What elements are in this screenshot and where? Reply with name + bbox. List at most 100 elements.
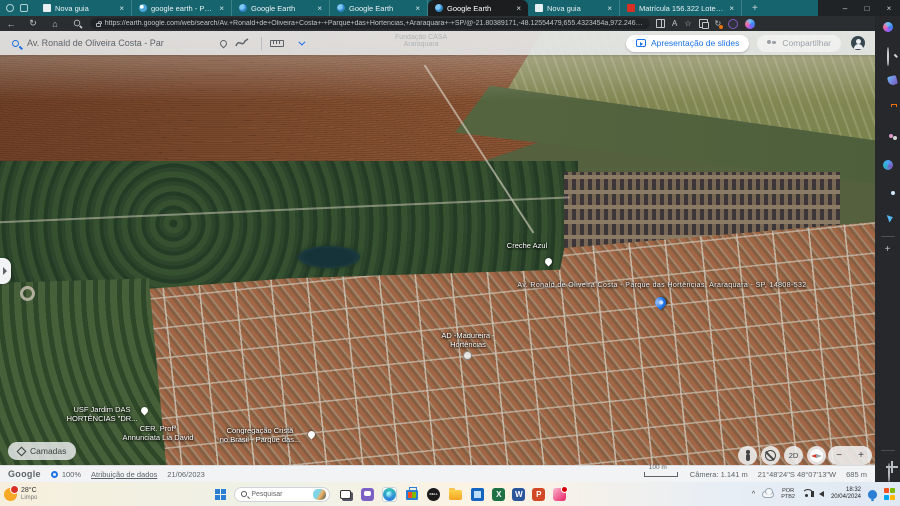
tab-google-earth-active[interactable]: Google Earth × xyxy=(428,0,528,16)
collections-icon[interactable] xyxy=(699,19,708,28)
taskbar-clock[interactable]: 18:32 20/04/2024 xyxy=(831,487,861,501)
tab-close-icon[interactable]: × xyxy=(605,4,614,13)
app-dell[interactable]: DELL xyxy=(426,487,441,502)
tab-google-earth-2[interactable]: Google Earth × xyxy=(330,0,428,16)
shopping-icon[interactable] xyxy=(886,75,897,86)
back-icon[interactable]: ← xyxy=(0,19,22,29)
language-indicator[interactable]: POR PTB2 xyxy=(781,488,795,501)
tab-google-earth-search[interactable]: google earth - Pesquisar × xyxy=(132,0,232,16)
games-icon[interactable] xyxy=(883,160,893,170)
url-text[interactable]: https://earth.google.com/web/search/Av.+… xyxy=(105,20,644,27)
tab-actions-icon[interactable] xyxy=(20,4,28,12)
address-bar[interactable]: https://earth.google.com/web/search/Av.+… xyxy=(90,18,650,29)
tab-close-icon[interactable]: × xyxy=(315,4,324,13)
onedrive-cloud-icon[interactable] xyxy=(762,491,774,498)
home-icon[interactable]: ⌂ xyxy=(44,19,66,29)
sidebar-search-icon[interactable] xyxy=(887,48,889,66)
split-screen-icon[interactable] xyxy=(656,19,665,28)
volume-icon[interactable] xyxy=(819,491,824,497)
tab-close-icon[interactable]: × xyxy=(117,4,126,13)
app-powerpoint[interactable]: P xyxy=(532,488,545,501)
earth-search-icon[interactable] xyxy=(12,40,19,47)
zoom-out-button[interactable]: − xyxy=(836,450,842,461)
windows-taskbar: 28°C Limpo Pesquisar DELL X W P ^ xyxy=(0,482,900,506)
data-attribution-link[interactable]: Atribuição de dados xyxy=(91,470,157,479)
tab-close-icon[interactable]: × xyxy=(217,4,226,13)
app-microsoft-store[interactable] xyxy=(404,487,419,502)
orbit-button[interactable] xyxy=(761,446,780,465)
search-favicon xyxy=(139,4,147,12)
close-window-button[interactable]: × xyxy=(878,4,900,13)
copilot-icon[interactable] xyxy=(745,19,755,29)
page-favicon xyxy=(535,4,543,12)
refresh-icon[interactable]: ↻ xyxy=(22,18,44,29)
app-teams-chat[interactable] xyxy=(360,487,375,502)
poi-icon-church[interactable] xyxy=(463,351,472,360)
maximize-button[interactable]: □ xyxy=(856,4,878,13)
app-file-explorer[interactable] xyxy=(448,487,463,502)
notifications-bell-icon[interactable] xyxy=(868,490,877,499)
window-controls: – □ × xyxy=(834,0,900,16)
minimize-button[interactable]: – xyxy=(834,4,856,13)
app-word[interactable]: W xyxy=(512,488,525,501)
read-aloud-icon[interactable]: A xyxy=(672,19,677,28)
measure-ruler-icon[interactable] xyxy=(270,40,284,47)
toolbar-search-icon[interactable] xyxy=(74,19,80,25)
tab-close-icon[interactable]: × xyxy=(514,4,523,13)
draw-path-icon[interactable] xyxy=(235,37,249,49)
street-view-pegman-button[interactable] xyxy=(738,446,757,465)
microsoft365-tray-icon[interactable] xyxy=(884,488,896,500)
google-logo: Google xyxy=(8,469,41,479)
profile-avatar[interactable] xyxy=(728,19,738,29)
weather-temperature: 28°C xyxy=(21,487,37,495)
earth-search-input[interactable]: Av. Ronald de Oliveira Costa - Par xyxy=(27,38,212,48)
faint-poi-label: Fundação CASA Araraquara xyxy=(395,34,447,48)
account-avatar[interactable] xyxy=(851,36,865,50)
poi-label-cer[interactable]: CER. Profª Annunciata Lia David xyxy=(123,424,194,442)
workspaces-icon[interactable] xyxy=(6,4,14,12)
slideshow-button[interactable]: Apresentação de slides xyxy=(626,35,749,52)
earth-map-viewport[interactable]: Creche Azul Av. Ronald de Oliveira Costa… xyxy=(0,31,875,465)
app-paint[interactable] xyxy=(552,487,567,502)
street-label[interactable]: Av. Ronald de Oliveira Costa - Parque da… xyxy=(517,282,806,290)
poi-label-creche-azul[interactable]: Creche Azul xyxy=(507,241,547,250)
weather-sun-icon xyxy=(4,488,17,501)
lock-icon xyxy=(96,23,101,27)
start-button[interactable] xyxy=(215,489,226,500)
2d-mode-button[interactable]: 2D xyxy=(784,446,803,465)
taskbar-search-box[interactable]: Pesquisar xyxy=(234,487,330,502)
tab-nova-guia-2[interactable]: Nova guia × xyxy=(528,0,620,16)
tab-close-icon[interactable]: × xyxy=(413,4,422,13)
poi-label-ad-madureira[interactable]: AD -Madureira - Hortências xyxy=(441,331,494,349)
add-sidebar-item-button[interactable]: + xyxy=(885,244,891,255)
drop-icon[interactable] xyxy=(886,213,893,222)
chevron-down-icon[interactable] xyxy=(298,38,305,45)
poi-label-congregacao[interactable]: Congregação Cristã no Brasil - Parque da… xyxy=(220,426,300,444)
copilot-sidebar-icon[interactable] xyxy=(883,22,893,32)
task-view-button[interactable] xyxy=(338,487,353,502)
favorite-star-icon[interactable]: ☆ xyxy=(684,19,691,28)
new-tab-button[interactable]: + xyxy=(752,3,758,14)
app-edge[interactable] xyxy=(382,487,397,502)
tab-google-earth-1[interactable]: Google Earth × xyxy=(232,0,330,16)
compass-icon xyxy=(810,449,823,462)
zoom-in-button[interactable]: + xyxy=(858,450,864,461)
tab-close-icon[interactable]: × xyxy=(727,4,736,13)
layers-button[interactable]: Camadas xyxy=(8,442,76,460)
globe-favicon xyxy=(435,4,443,12)
hidden-icons-chevron[interactable]: ^ xyxy=(752,491,755,498)
taskbar-search-placeholder: Pesquisar xyxy=(251,491,309,498)
compass-button[interactable] xyxy=(807,446,826,465)
share-button[interactable]: Compartilhar xyxy=(757,35,841,52)
app-calendar[interactable] xyxy=(470,487,485,502)
add-placemark-icon[interactable] xyxy=(219,38,229,48)
weather-widget[interactable]: 28°C Limpo xyxy=(4,487,37,501)
side-panel-toggle[interactable] xyxy=(0,258,11,284)
sidebar-settings-gear-icon[interactable] xyxy=(888,463,890,482)
downloads-icon[interactable]: ↻ xyxy=(715,19,722,28)
app-excel[interactable]: X xyxy=(492,488,505,501)
tab-matricula-pdf[interactable]: Matrícula 156.322 Lote 19 A O... × xyxy=(620,0,742,16)
camera-altitude: Câmera: 1.141 m xyxy=(690,470,748,479)
tab-nova-guia-1[interactable]: Nova guia × xyxy=(36,0,132,16)
poi-label-usf[interactable]: USF Jardim DAS HORTÊNCIAS "DR... xyxy=(67,405,138,423)
